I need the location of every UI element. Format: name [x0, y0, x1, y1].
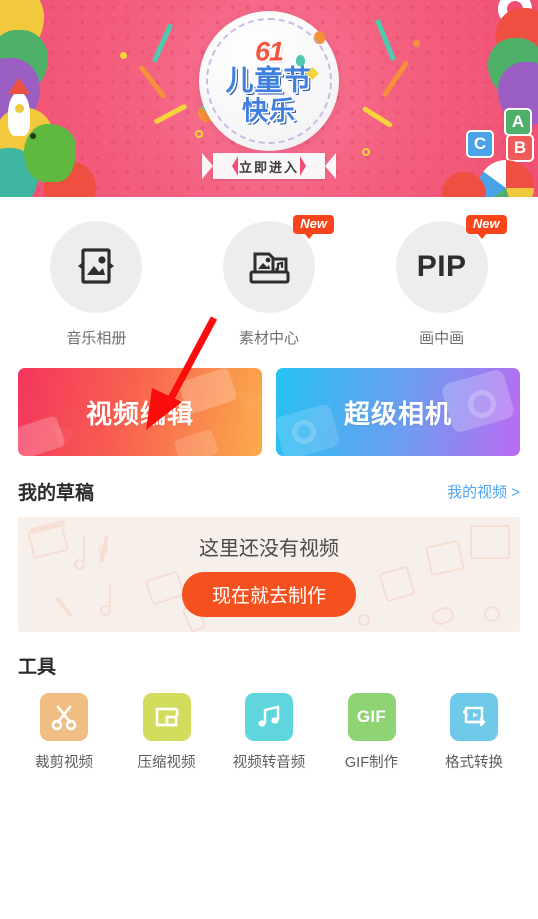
video-edit-button[interactable]: 视频编辑 [18, 368, 262, 456]
quick-actions-row: 音乐相册 New 素材中心 New PIP 画中画 [0, 197, 538, 348]
music-notes-icon [258, 705, 280, 727]
abc-block-c: C [466, 130, 494, 158]
video-cam-watermark [484, 606, 500, 622]
festival-line2: 快乐 [241, 95, 296, 126]
abc-block-a: A [504, 108, 532, 136]
drafts-empty-box: 这里还没有视频 现在就去制作 [18, 517, 520, 632]
drafts-empty-text: 这里还没有视频 [199, 538, 339, 560]
super-camera-label: 超级相机 [343, 398, 452, 429]
quick-action-label: 音乐相册 [66, 330, 127, 347]
tool-label: GIF制作 [344, 755, 399, 771]
hot-air-balloon2-icon [296, 55, 305, 66]
quick-action-material-center[interactable]: New 素材中心 [194, 215, 344, 348]
rocket-tip-icon [8, 78, 30, 94]
convert-icon-bg [450, 693, 498, 741]
new-badge: New [465, 215, 507, 240]
enter-now-label: 立即进入 [238, 159, 299, 175]
gif-text-icon: GIF [356, 707, 387, 726]
dinosaur-icon [24, 124, 76, 182]
tool-label: 压缩视频 [137, 755, 196, 771]
confetti-dot-4 [362, 148, 370, 156]
hot-air-balloon-icon [314, 31, 325, 44]
star-icon [306, 67, 319, 80]
make-now-button[interactable]: 现在就去制作 [181, 572, 356, 617]
pip-icon-bg: PIP [395, 221, 488, 313]
new-badge: New [293, 215, 334, 240]
film-grid-watermark [470, 525, 510, 559]
slider-knob-watermark [98, 545, 108, 555]
video-edit-label: 视频编辑 [85, 398, 194, 429]
film-strip-watermark [425, 539, 465, 577]
confetti-dot-1 [120, 52, 127, 59]
play-frame-watermark [378, 565, 416, 603]
mic-watermark [429, 604, 457, 628]
children-day-banner[interactable]: A C B 61 儿童节 快乐 立即进入 [0, 0, 538, 197]
quick-action-pip[interactable]: New PIP 画中画 [367, 215, 517, 348]
quick-action-label: 画中画 [419, 330, 465, 347]
my-videos-link[interactable]: 我的视频 > [447, 481, 520, 502]
rocket-window-icon [15, 104, 24, 113]
enter-now-button[interactable]: 立即进入 [202, 153, 336, 179]
drafts-section-header: 我的草稿 我的视频 > [0, 456, 538, 517]
quick-action-music-album[interactable]: 音乐相册 [21, 221, 171, 348]
super-camera-button[interactable]: 超级相机 [276, 368, 520, 456]
compress-icon-bg [142, 693, 191, 741]
tool-label: 裁剪视频 [35, 755, 93, 771]
festival-text: 61 儿童节 快乐 [204, 36, 334, 126]
corner-watermark [172, 428, 220, 456]
confetti-dot-2 [195, 130, 203, 138]
pip-text-icon: PIP [416, 250, 467, 283]
tools-row: 裁剪视频 压缩视频 视频转音频 GIF GIF制作 格式转换 [0, 679, 538, 772]
tool-trim-video[interactable]: 裁剪视频 [16, 693, 112, 772]
tool-label: 格式转换 [445, 755, 503, 771]
festival-line1: 儿童节 [225, 64, 313, 96]
gif-icon-bg: GIF [347, 693, 396, 741]
music-stem-watermark [83, 537, 86, 561]
material-box-icon [249, 252, 290, 284]
music-album-icon-bg [50, 221, 143, 313]
tools-title: 工具 [18, 657, 57, 678]
quick-action-label: 素材中心 [238, 330, 299, 347]
rocket-icon [8, 92, 30, 136]
magic-wand-watermark [55, 596, 73, 618]
clip-watermark-2 [144, 570, 186, 606]
festival-number: 61 [254, 36, 284, 67]
tool-gif-maker[interactable]: GIF GIF制作 [324, 693, 420, 772]
scissors-watermark [358, 614, 370, 626]
scissors-icon-bg [40, 693, 88, 741]
compress-frame-icon [155, 707, 178, 727]
video-camera-lens-watermark [235, 381, 262, 419]
image-photo-icon [78, 248, 115, 284]
tool-compress-video[interactable]: 压缩视频 [119, 693, 215, 772]
abc-block-b: B [506, 134, 534, 162]
format-convert-icon [462, 706, 486, 727]
main-action-row: 视频编辑 超级相机 [0, 348, 538, 456]
festival-circle: 61 儿童节 快乐 [199, 11, 339, 151]
drafts-title: 我的草稿 [18, 483, 95, 504]
confetti-dot-3 [413, 40, 420, 47]
tool-label: 视频转音频 [232, 755, 306, 771]
tool-video-to-audio[interactable]: 视频转音频 [221, 693, 317, 772]
note-stem-watermark [109, 585, 112, 607]
music-icon-bg [245, 693, 293, 741]
material-center-icon-bg [222, 221, 315, 313]
tool-format-convert[interactable]: 格式转换 [426, 693, 522, 772]
scissors-icon [51, 705, 77, 731]
